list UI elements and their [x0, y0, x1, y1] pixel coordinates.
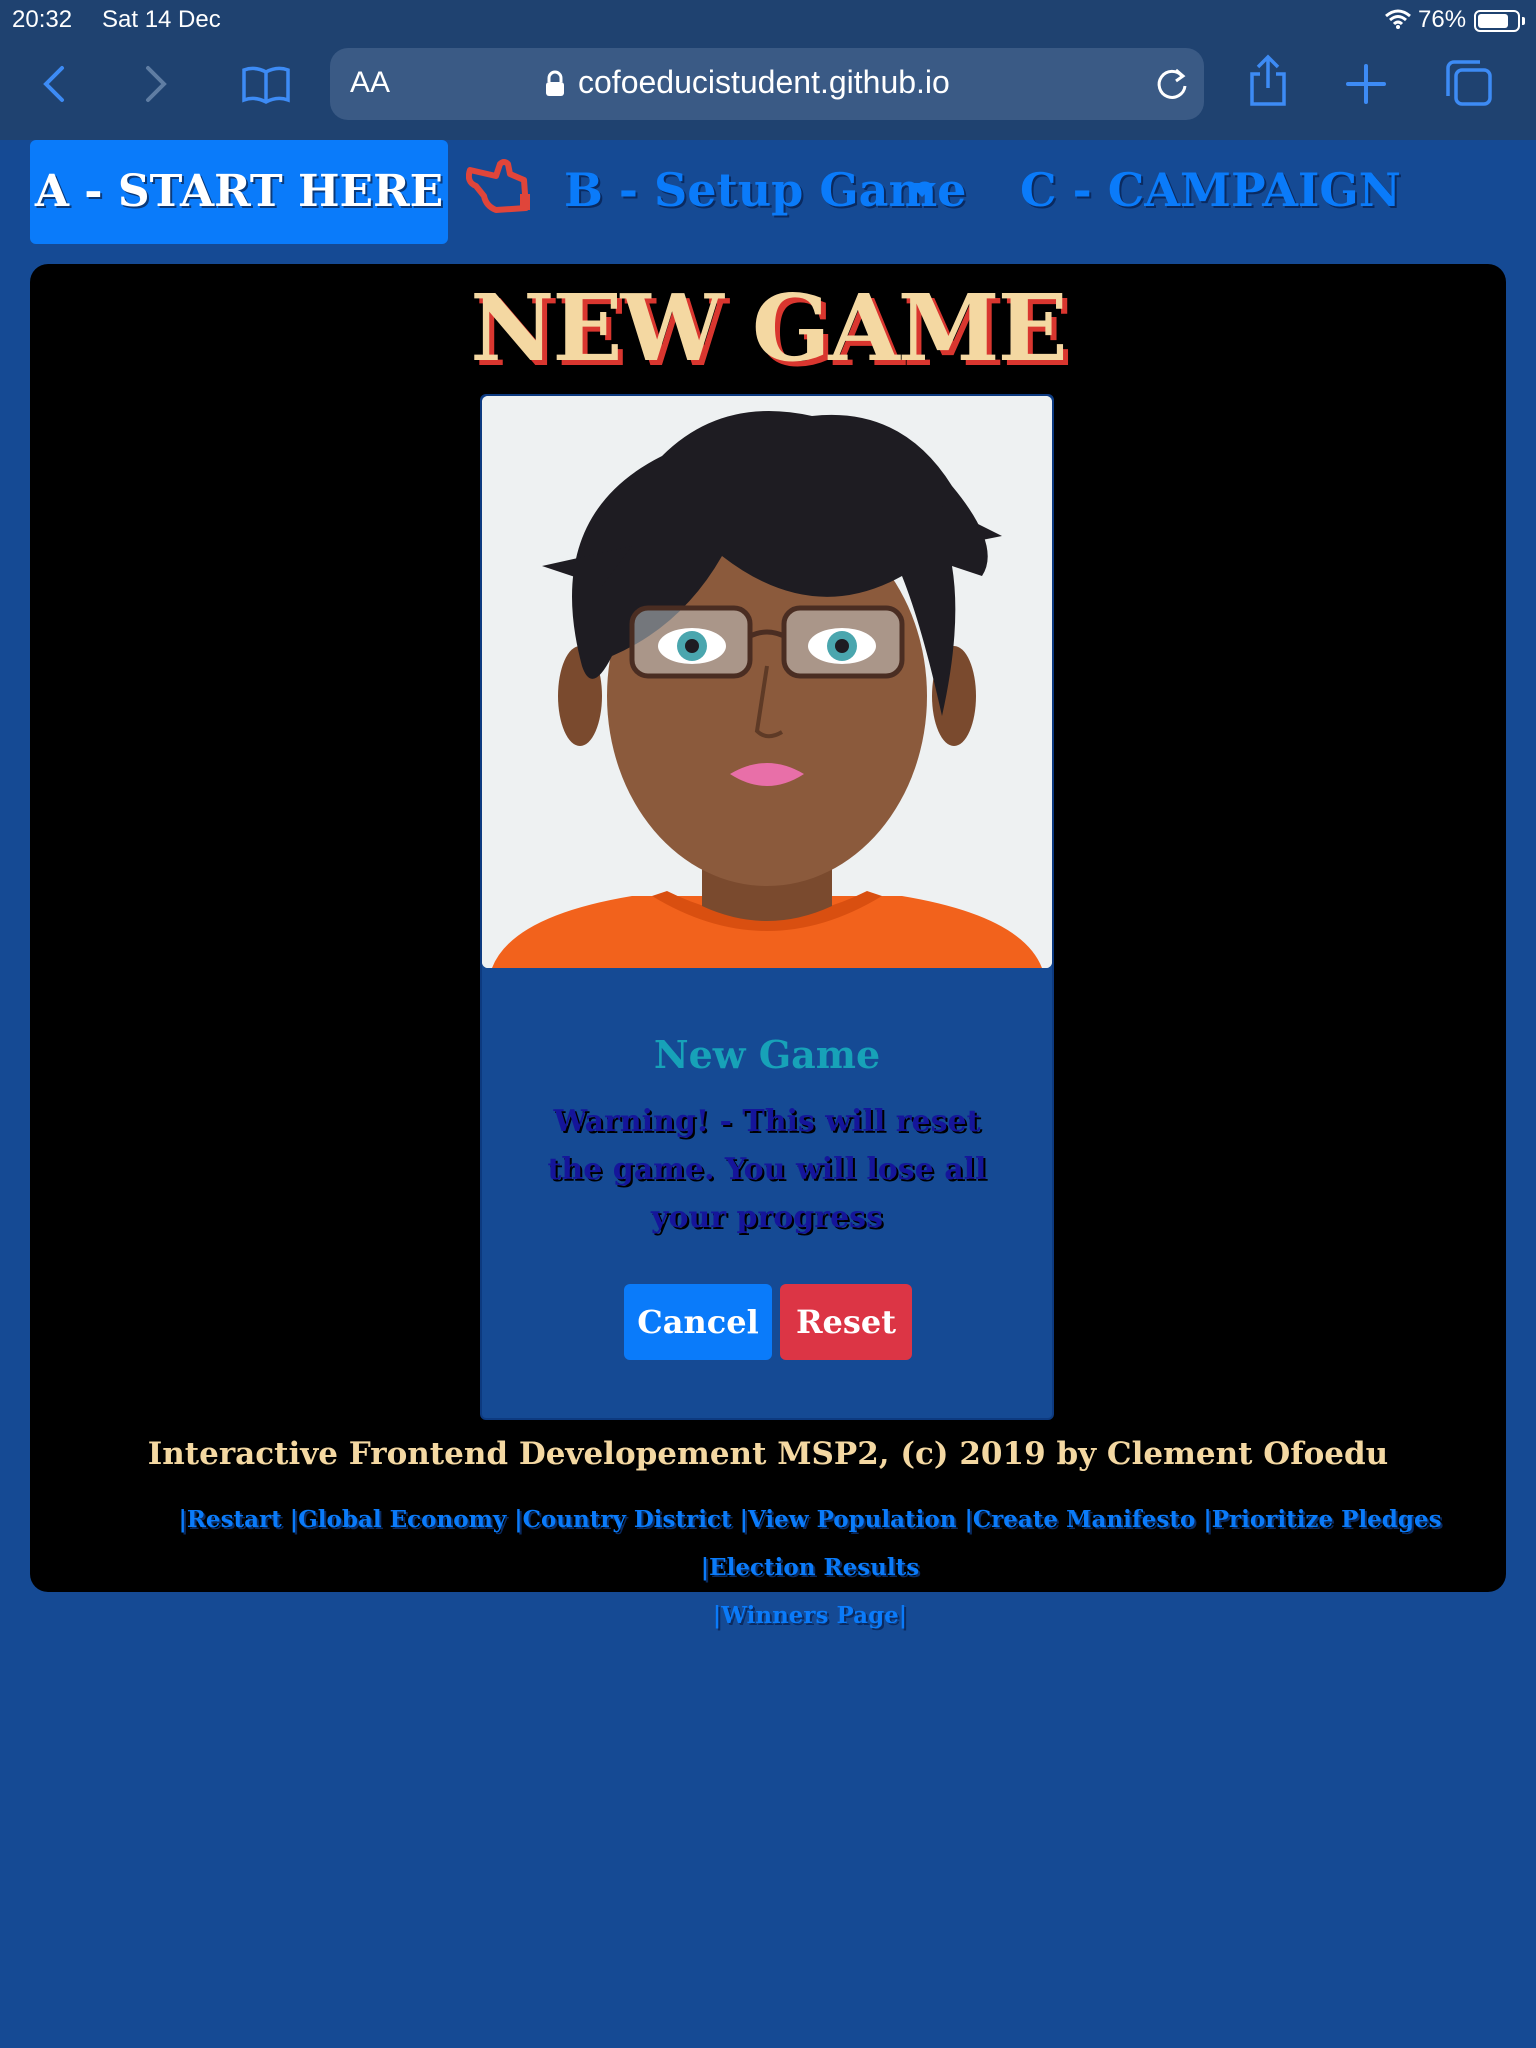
new-tab-icon[interactable] [1338, 56, 1394, 112]
footer-link-election-results[interactable]: |Election Results [701, 1554, 919, 1581]
battery-icon [1474, 10, 1520, 32]
reset-warning-text: Warning! - This will reset the game. You… [547, 1104, 987, 1235]
battery-percent: 76% [1418, 6, 1467, 33]
nav-setup-game-dropdown[interactable]: B - Setup Game [564, 160, 966, 220]
browser-chrome: 20:32 Sat 14 Dec 76% AA cofoeducistudent… [0, 0, 1536, 140]
pointing-hand-icon [466, 159, 530, 213]
forward-icon[interactable] [126, 56, 182, 112]
status-date: Sat 14 Dec [102, 6, 221, 33]
footer-link-restart[interactable]: |Restart [178, 1506, 289, 1533]
nav-start-here[interactable]: A - START HERE [30, 140, 448, 244]
footer-links: |Restart |Global Economy |Country Distri… [160, 1496, 1460, 1640]
footer-link-country-district[interactable]: |Country District [514, 1506, 739, 1533]
footer-credit: Interactive Frontend Developement MSP2, … [147, 1436, 1389, 1472]
reset-button[interactable]: Reset [780, 1284, 912, 1360]
share-icon[interactable] [1240, 54, 1296, 110]
card-title: New Game [653, 1032, 881, 1077]
page-title: NEW GAME [470, 274, 1067, 382]
url-text[interactable]: cofoeducistudent.github.io [578, 64, 950, 101]
lock-icon [546, 70, 564, 96]
wifi-icon [1385, 9, 1411, 29]
status-time: 20:32 [12, 6, 73, 33]
footer-link-view-population[interactable]: |View Population [740, 1506, 965, 1533]
nav-campaign[interactable]: C - CAMPAIGN [1020, 160, 1401, 220]
caret-down-icon[interactable] [908, 183, 936, 197]
bookmarks-icon[interactable] [238, 56, 294, 112]
cancel-button[interactable]: Cancel [624, 1284, 772, 1360]
reader-text-size-button[interactable]: AA [350, 66, 390, 100]
footer-link-prioritize-pledges[interactable]: |Prioritize Pledges [1203, 1506, 1441, 1533]
status-bar: 20:32 Sat 14 Dec 76% [0, 4, 1536, 38]
footer-link-global-economy[interactable]: |Global Economy [290, 1506, 514, 1533]
tabs-icon[interactable] [1440, 56, 1496, 112]
avatar-illustration [482, 396, 1052, 968]
main-panel: NEW GAME New Game Warning! - This will r… [30, 264, 1506, 1629]
address-bar[interactable]: AA cofoeducistudent.github.io [330, 48, 1204, 120]
footer-link-create-manifesto[interactable]: |Create Manifesto [964, 1506, 1203, 1533]
reload-icon[interactable] [1152, 64, 1192, 104]
new-game-card: New Game Warning! - This will reset the … [480, 394, 1054, 1420]
footer-link-winners-page[interactable]: |Winners Page| [713, 1602, 907, 1629]
back-icon[interactable] [28, 56, 84, 112]
